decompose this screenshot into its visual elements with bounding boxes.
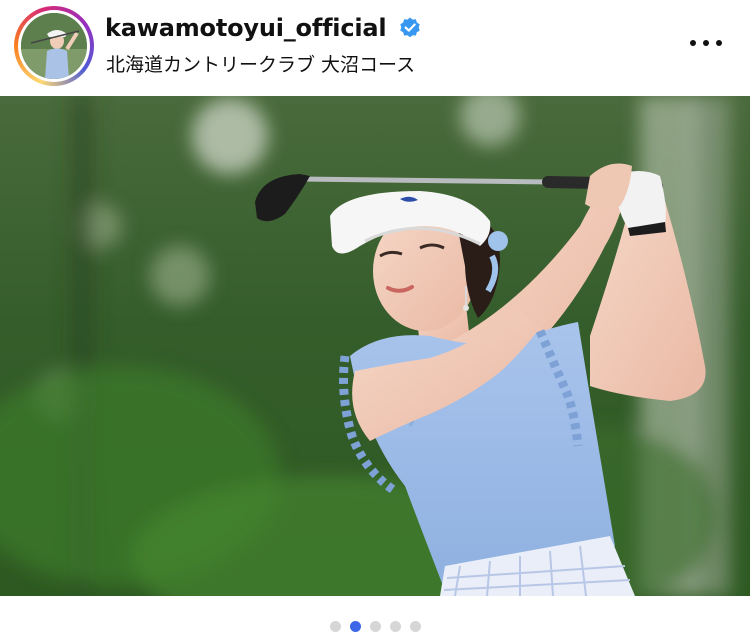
more-dot-icon	[716, 40, 722, 46]
more-dot-icon	[690, 40, 696, 46]
carousel-dot	[410, 621, 421, 632]
carousel-dot-active	[350, 621, 361, 632]
more-options-button[interactable]	[688, 38, 724, 48]
avatar-image	[21, 13, 87, 79]
carousel-dot	[370, 621, 381, 632]
golfer-photo	[0, 96, 750, 596]
carousel-dot	[330, 621, 341, 632]
avatar-golfer-icon	[21, 13, 87, 79]
location-link[interactable]: 北海道カントリークラブ 大沼コース	[106, 50, 415, 77]
more-dot-icon	[703, 40, 709, 46]
avatar-border	[18, 10, 90, 82]
carousel-dot	[390, 621, 401, 632]
verified-badge-icon	[400, 17, 420, 38]
profile-avatar[interactable]	[14, 6, 94, 86]
post-header: kawamotoyui_official 北海道カントリークラブ 大沼コース	[0, 0, 750, 96]
carousel-indicator	[0, 596, 750, 642]
post-photo[interactable]	[0, 96, 750, 596]
username[interactable]: kawamotoyui_official	[105, 14, 387, 42]
